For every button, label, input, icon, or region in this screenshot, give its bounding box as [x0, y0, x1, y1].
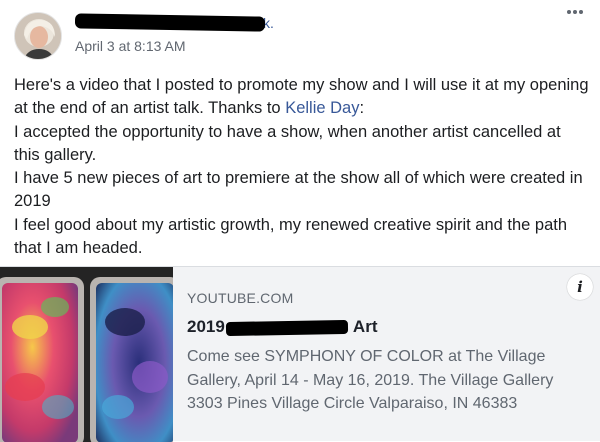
post-text-after-mention: :	[359, 99, 365, 118]
link-domain: YOUTUBE.COM	[187, 290, 294, 306]
mention-link[interactable]: Kellie Day	[285, 99, 359, 117]
post-paragraph-3: I have 5 new pieces of art to premiere a…	[14, 169, 583, 211]
post-paragraph-4: I feel good about my artistic growth, my…	[14, 215, 568, 258]
watercolor-palette-image	[0, 267, 173, 442]
link-description: Come see SYMPHONY OF COLOR at The Villag…	[187, 348, 554, 412]
avatar-image	[15, 13, 61, 59]
facebook-post: k. April 3 at 8:13 AM Here's a video tha…	[0, 0, 600, 442]
post-paragraph-1: Here's a video that I posted to promote …	[14, 74, 589, 121]
post-paragraph-2: I accepted the opportunity to have a sho…	[14, 122, 561, 164]
link-title[interactable]: 2019 Art	[187, 317, 587, 339]
post-body: Here's a video that I posted to promote …	[14, 74, 589, 260]
redacted-author-name	[74, 13, 266, 32]
more-options-icon	[567, 10, 583, 14]
info-button[interactable]: i	[567, 274, 593, 300]
more-options-button[interactable]	[560, 0, 590, 24]
post-timestamp[interactable]: April 3 at 8:13 AM	[75, 38, 186, 54]
link-thumbnail[interactable]	[0, 267, 173, 442]
author-avatar[interactable]	[14, 12, 62, 60]
info-icon: i	[577, 278, 583, 296]
link-preview-card[interactable]: YOUTUBE.COM 2019 Art Come see SYMPHONY O…	[0, 266, 600, 442]
link-card-info[interactable]: YOUTUBE.COM 2019 Art Come see SYMPHONY O…	[187, 290, 587, 416]
link-title-end: Art	[352, 317, 378, 336]
link-title-start: 2019	[187, 317, 225, 336]
redacted-title-segment	[225, 319, 348, 336]
author-name-line[interactable]: k.	[74, 13, 274, 34]
